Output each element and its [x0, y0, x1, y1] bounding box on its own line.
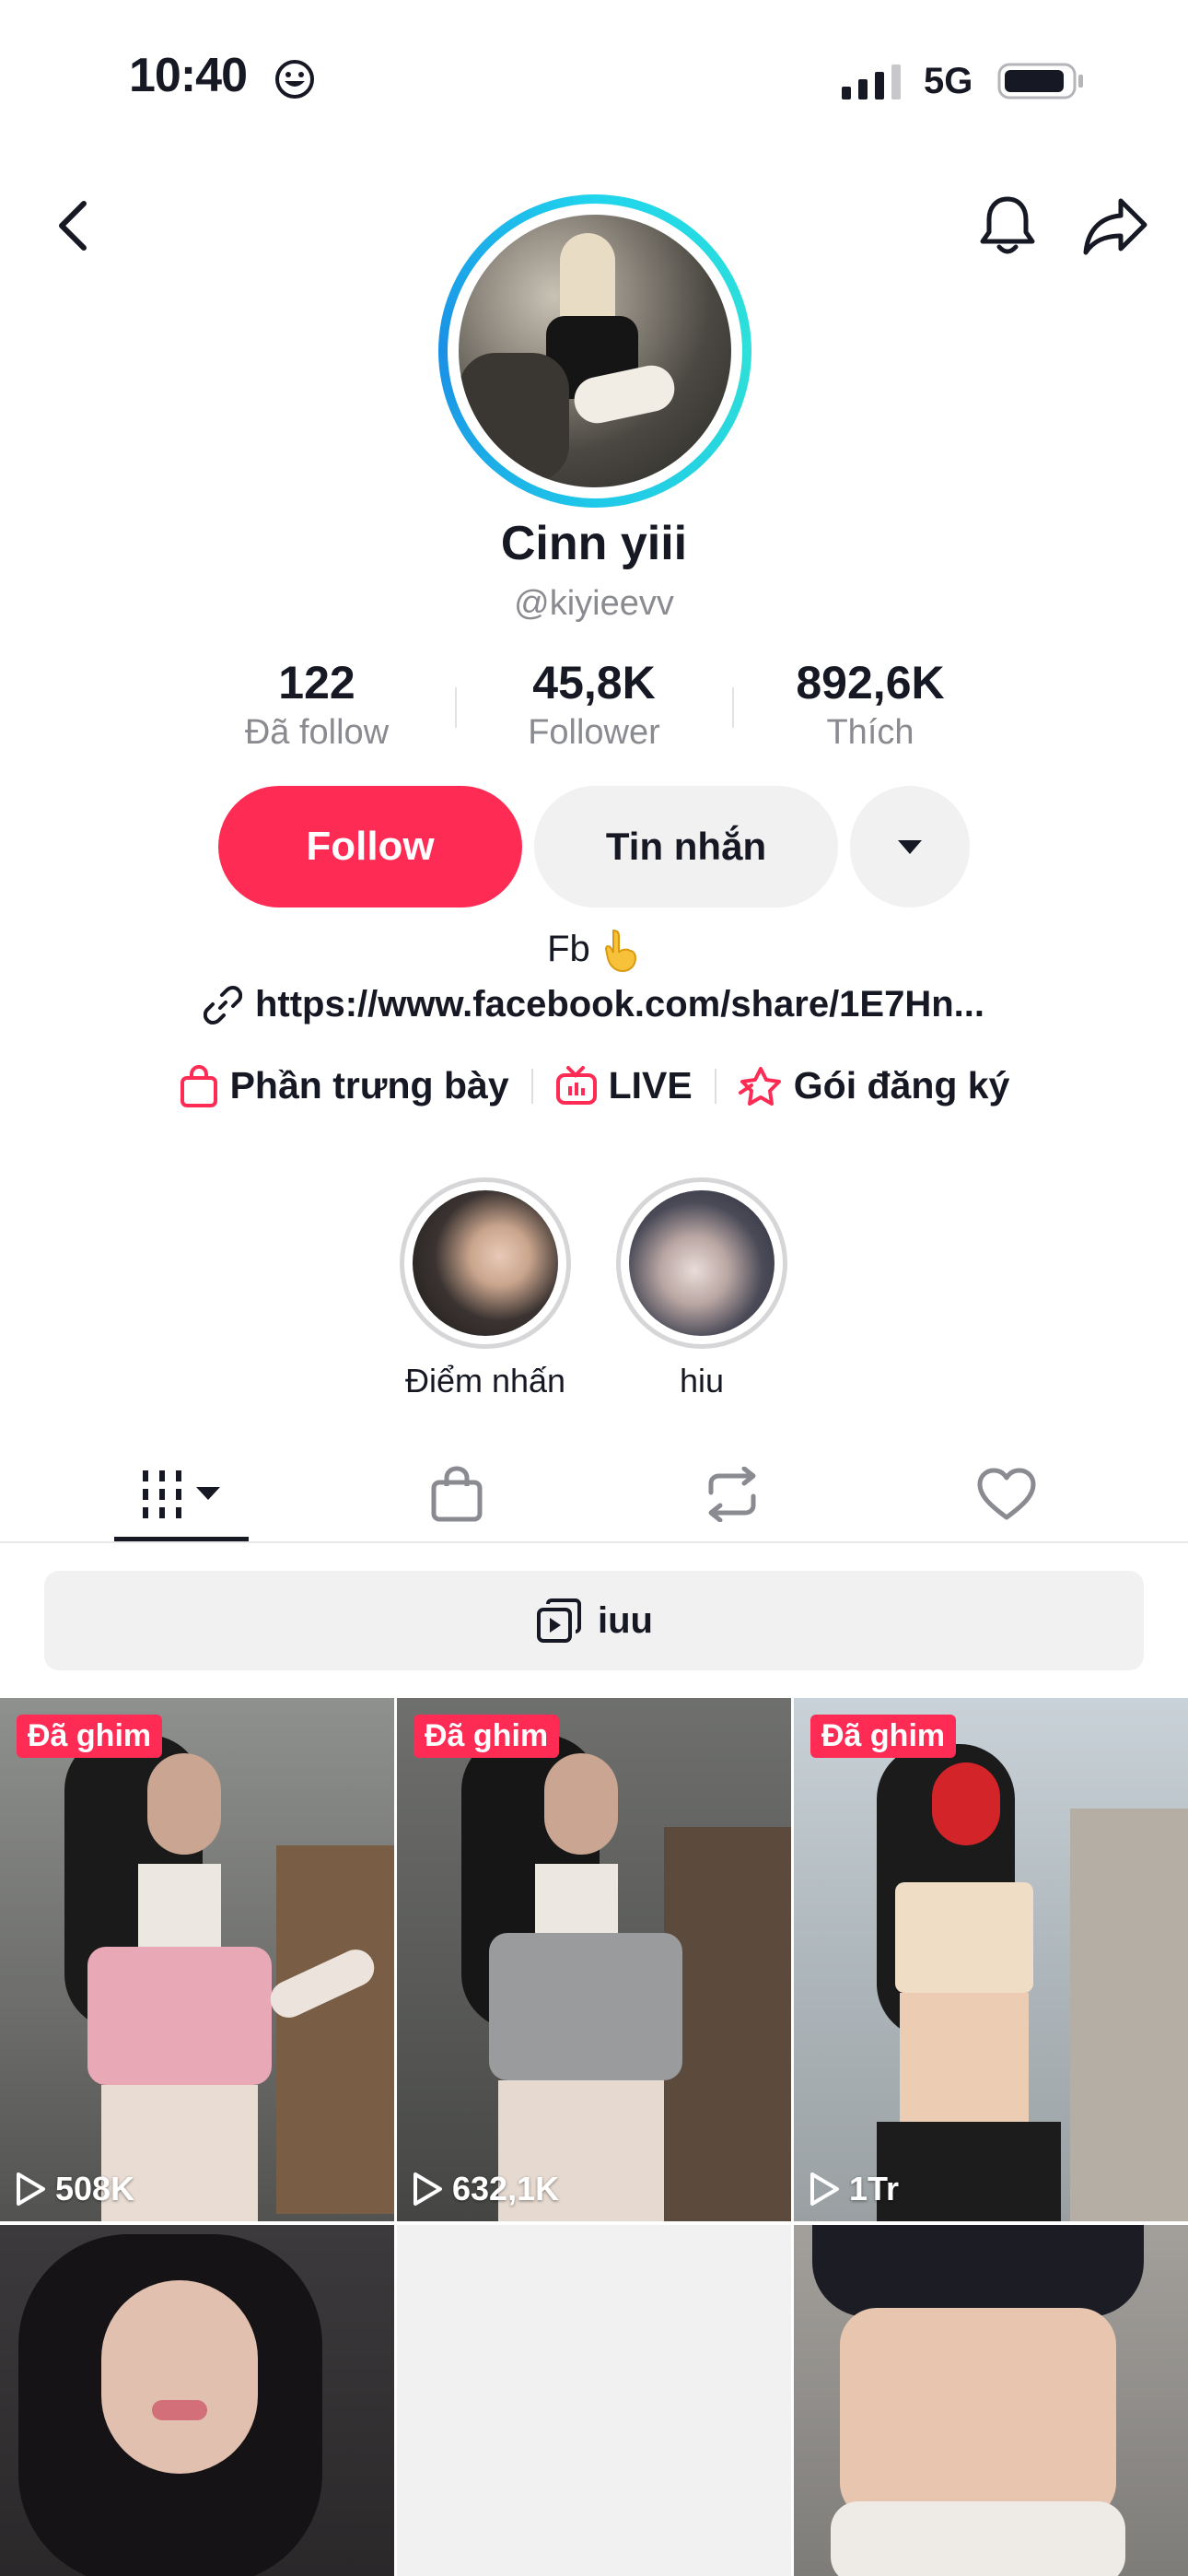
message-button[interactable]: Tin nhắn — [534, 786, 838, 907]
content-tabs — [0, 1446, 1188, 1543]
display-name: Cinn yiii — [500, 517, 688, 570]
shortcut-subscription[interactable]: Gói đăng ký — [716, 1064, 1032, 1107]
profile-shortcuts: Phần trưng bày LIVE Gói đăng ký — [0, 1064, 1188, 1107]
tab-liked[interactable] — [868, 1446, 1145, 1541]
video-grid: Đã ghim 508K Đã ghim 632,1K Đã ghim 1Tr — [0, 1698, 1188, 2576]
playlist-icon — [537, 1598, 581, 1643]
view-count-text: 1Tr — [849, 2170, 900, 2207]
video-tile[interactable] — [397, 2225, 791, 2576]
username: @kiyieevv — [514, 584, 674, 623]
shortcut-showcase[interactable]: Phần trưng bày — [157, 1064, 531, 1107]
view-count-text: 632,1K — [452, 2170, 560, 2207]
stat-following[interactable]: 122 Đã follow — [179, 656, 455, 753]
highlight-ring — [616, 1177, 787, 1349]
likes-count: 892,6K — [796, 657, 945, 708]
play-icon — [17, 2172, 45, 2206]
followers-label: Follower — [528, 713, 660, 752]
status-time: 10:40 — [129, 49, 248, 102]
avatar-frame — [448, 204, 742, 498]
profile-stats: 122 Đã follow 45,8K Follower 892,6K Thíc… — [0, 656, 1188, 757]
share-button[interactable] — [1077, 184, 1153, 267]
highlight-item[interactable]: hiu — [616, 1177, 787, 1400]
shopping-bag-icon — [431, 1465, 483, 1521]
more-options-button[interactable] — [850, 786, 970, 907]
heart-icon — [977, 1468, 1036, 1519]
shortcut-subscription-label: Gói đăng ký — [793, 1064, 1010, 1107]
pinned-badge: Đã ghim — [17, 1715, 163, 1758]
view-count: 1Tr — [809, 2170, 899, 2208]
play-icon — [413, 2172, 442, 2206]
view-count: 508K — [15, 2170, 134, 2208]
likes-label: Thích — [826, 713, 914, 752]
notification-button[interactable] — [971, 184, 1044, 267]
playlist-chip[interactable]: iuu — [44, 1571, 1144, 1670]
view-count-text: 508K — [55, 2170, 135, 2207]
live-tv-icon — [555, 1065, 597, 1105]
bell-icon — [980, 196, 1035, 254]
repost-icon — [708, 1466, 756, 1522]
network-type: 5G — [924, 61, 973, 101]
highlight-label: hiu — [679, 1362, 725, 1399]
caret-down-icon — [898, 840, 922, 854]
highlight-item[interactable]: Điểm nhấn — [400, 1177, 571, 1400]
active-tab-indicator — [114, 1537, 249, 1541]
bio-link[interactable]: https://www.facebook.com/share/1E7Hn... — [0, 984, 1188, 1025]
video-tile[interactable]: Đã ghim 632,1K — [397, 1698, 791, 2221]
highlight-label: Điểm nhấn — [404, 1362, 566, 1399]
pinned-badge: Đã ghim — [810, 1715, 957, 1758]
avatar[interactable] — [438, 194, 751, 508]
status-bar: 10:40 5G — [0, 0, 1188, 161]
smiley-icon — [275, 60, 314, 99]
link-icon — [203, 985, 242, 1025]
tab-shop[interactable] — [319, 1446, 595, 1541]
pointing-down-icon — [604, 930, 636, 973]
shortcut-showcase-label: Phần trưng bày — [229, 1064, 509, 1107]
highlight-ring — [400, 1177, 571, 1349]
avatar-photo — [459, 215, 731, 487]
shopping-bag-icon — [180, 1064, 217, 1107]
shortcut-live-label: LIVE — [608, 1064, 693, 1107]
followers-count: 45,8K — [532, 657, 656, 708]
stat-likes[interactable]: 892,6K Thích — [732, 656, 1008, 753]
signal-icon — [842, 64, 901, 100]
view-count: 632,1K — [412, 2170, 559, 2208]
playlist-label: iuu — [598, 1599, 653, 1641]
shortcut-live[interactable]: LIVE — [533, 1064, 715, 1107]
video-tile[interactable] — [794, 2225, 1188, 2576]
chevron-left-icon — [59, 201, 87, 251]
subscription-star-icon — [738, 1066, 781, 1106]
follow-button[interactable]: Follow — [218, 786, 522, 907]
highlight-thumbnail — [629, 1190, 775, 1336]
bio-text: Fb — [547, 929, 590, 969]
following-label: Đã follow — [244, 713, 390, 752]
play-icon — [810, 2172, 839, 2206]
share-arrow-icon — [1083, 198, 1147, 255]
video-tile[interactable] — [0, 2225, 394, 2576]
back-button[interactable] — [41, 184, 105, 267]
video-tile[interactable]: Đã ghim 508K — [0, 1698, 394, 2221]
bio-link-text: https://www.facebook.com/share/1E7Hn... — [254, 984, 985, 1025]
video-tile[interactable]: Đã ghim 1Tr — [794, 1698, 1188, 2221]
following-count: 122 — [278, 657, 355, 708]
stat-followers[interactable]: 45,8K Follower — [456, 656, 732, 753]
highlight-thumbnail — [413, 1190, 558, 1336]
tab-reposts[interactable] — [594, 1446, 870, 1541]
bio: Fb — [0, 929, 1188, 973]
battery-icon — [997, 63, 1083, 100]
grid-icon — [143, 1469, 220, 1518]
tab-videos[interactable] — [43, 1446, 320, 1541]
pinned-badge: Đã ghim — [413, 1715, 560, 1758]
